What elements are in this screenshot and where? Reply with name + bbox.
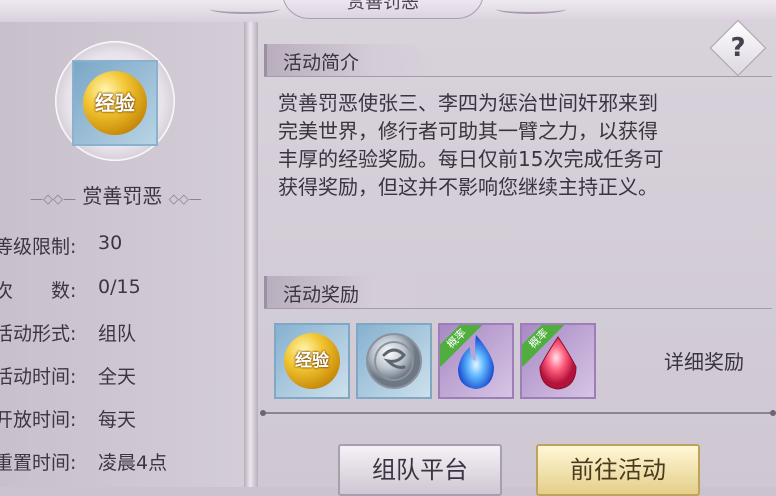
rewards-section-header: 活动奖励 (264, 276, 443, 308)
rewards-heading: 活动奖励 (283, 284, 360, 306)
detail-reward-link[interactable]: 详细奖励 (664, 346, 744, 375)
name-ornament-right: ◇◇— (168, 192, 202, 207)
intro-divider (264, 76, 772, 77)
info-reset-time: 重置时间: 凌晨4点 (0, 448, 167, 475)
rewards-bottom-divider (260, 410, 776, 416)
info-value: 全天 (98, 366, 137, 388)
intro-description: 赏善罚恶使张三、李四为惩治世间奸邪来到 完美世界，修行者可助其一臂之力，以获得 … (278, 89, 758, 201)
intro-heading: 活动简介 (283, 52, 360, 74)
help-button[interactable]: ? (718, 28, 758, 68)
exp-orb-icon: 经验 (284, 333, 340, 389)
info-count: 次 数: 0/15 (0, 276, 141, 303)
info-value: 组队 (98, 323, 137, 345)
activity-name-row: —◇◇— 赏善罚恶 ◇◇— (30, 180, 202, 209)
go-activity-button[interactable]: 前往活动 (536, 444, 700, 496)
intro-line: 获得奖励，但这并不影响您继续主持正义。 (278, 175, 658, 199)
info-format: 活动形式: 组队 (0, 319, 136, 346)
info-open-time: 开放时间: 每天 (0, 405, 136, 432)
info-label: 开放时间: (0, 409, 77, 431)
team-platform-button[interactable]: 组队平台 (338, 444, 502, 496)
title-ornament-left (210, 4, 280, 14)
window-title-bar: 赏善罚恶 (0, 0, 776, 23)
intro-line: 赏善罚恶使张三、李四为惩治世间奸邪来到 (278, 91, 658, 115)
info-value: 0/15 (98, 276, 141, 298)
intro-section-header: 活动简介 (264, 44, 443, 76)
info-activity-time: 活动时间: 全天 (0, 362, 136, 389)
reward-slot-red-gem[interactable]: 概率 (520, 323, 596, 399)
info-value: 每天 (98, 409, 137, 431)
info-value: 30 (98, 232, 123, 254)
reward-slot-silver-coin[interactable] (356, 323, 432, 399)
intro-line: 完美世界，修行者可助其一臂之力，以获得 (278, 119, 658, 143)
info-label: 等级限制: (0, 236, 77, 258)
reward-slot-exp[interactable]: 经验 (274, 323, 350, 399)
name-ornament-left: —◇◇— (30, 192, 76, 207)
activity-icon: 经验 (72, 60, 158, 146)
rewards-divider (264, 308, 772, 309)
silver-dragon-coin-icon (366, 333, 422, 389)
info-level-limit: 等级限制: 30 (0, 232, 122, 259)
intro-line: 丰厚的经验奖励。每日仅前15次完成任务可 (278, 147, 664, 171)
exp-orb-label: 经验 (95, 91, 135, 115)
title-ornament-right (496, 4, 566, 14)
activity-name: 赏善罚恶 (82, 184, 163, 208)
info-value: 凌晨4点 (98, 452, 168, 474)
exp-orb-icon: 经验 (83, 71, 147, 135)
window-title: 赏善罚恶 (282, 0, 484, 19)
reward-slot-blue-flame[interactable]: 概率 (438, 323, 514, 399)
info-label: 活动时间: (0, 366, 77, 388)
info-label: 重置时间: (0, 452, 77, 474)
reward-exp-label: 经验 (295, 351, 329, 371)
panel-divider (244, 22, 258, 487)
info-label: 活动形式: (0, 323, 77, 345)
info-label: 次 数: (0, 280, 77, 302)
